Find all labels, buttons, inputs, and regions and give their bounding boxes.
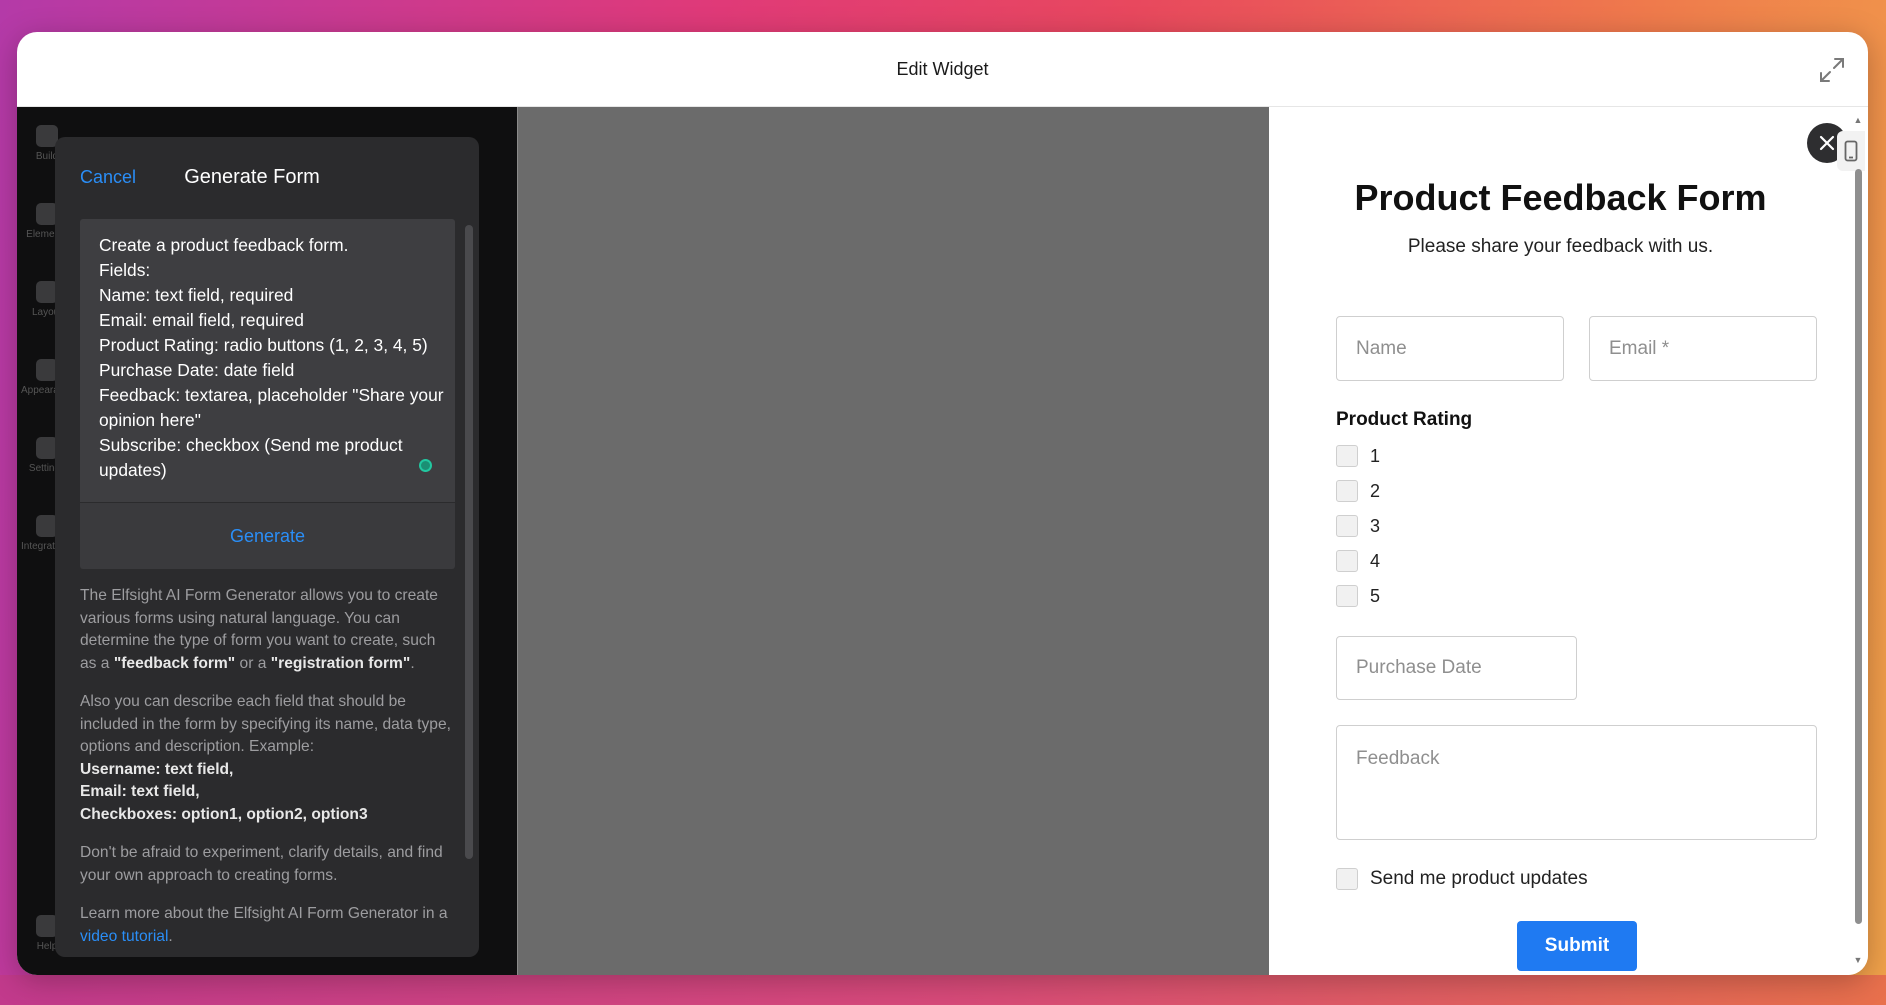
panel-title: Generate Form [184,166,320,188]
editor-sidebar-area: Build Elements Layout Appearance Setting… [17,107,517,975]
expand-icon[interactable] [1818,56,1846,84]
name-input[interactable] [1336,316,1564,381]
info-text: Also you can describe each field that sh… [80,693,451,755]
option-label: 3 [1370,515,1381,536]
prompt-textarea[interactable]: Create a product feedback form. Fields: … [99,233,444,493]
rating-option-1[interactable]: 1 [1336,444,1380,468]
option-label: 5 [1370,585,1381,606]
panel-scrollbar[interactable] [465,225,473,859]
prompt-box: Create a product feedback form. Fields: … [80,219,455,502]
form-preview: Product Feedback Form Please share your … [1269,107,1868,975]
feedback-textarea[interactable] [1336,725,1817,840]
preview-scrollbar[interactable] [1855,169,1862,924]
checkbox[interactable] [1336,550,1358,572]
info-example: Checkboxes: option1, option2, option3 [80,805,368,823]
generate-button[interactable]: Generate [80,503,455,569]
info-bold: "registration form" [270,654,411,672]
scroll-up-arrow[interactable]: ▲ [1853,115,1863,125]
info-paragraph-4: Learn more about the Elfsight AI Form Ge… [80,903,455,948]
form-subtitle: Please share your feedback with us. [1407,236,1714,257]
close-icon [1819,135,1835,151]
window-header: Edit Widget [17,32,1868,107]
option-label: 1 [1370,445,1381,466]
subscribe-checkbox[interactable]: Send me product updates [1336,867,1588,891]
info-paragraph-2: Also you can describe each field that sh… [80,691,455,826]
preview-backdrop [517,107,1269,975]
option-label: 4 [1370,550,1381,571]
rating-option-5[interactable]: 5 [1336,584,1380,608]
submit-button[interactable]: Submit [1517,921,1637,971]
option-label: 2 [1370,480,1381,501]
product-rating-label: Product Rating [1336,409,1473,430]
mobile-icon [1844,140,1858,162]
subscribe-label: Send me product updates [1370,868,1588,889]
info-text: or a [235,654,271,672]
email-input[interactable] [1589,316,1817,381]
checkbox[interactable] [1336,585,1358,607]
info-text: . [168,927,173,945]
generate-form-panel: Cancel Generate Form Create a product fe… [55,137,479,957]
rating-option-3[interactable]: 3 [1336,514,1380,538]
checkbox[interactable] [1336,868,1358,890]
panel-header: Cancel Generate Form [55,137,479,217]
checkbox[interactable] [1336,480,1358,502]
window-title: Edit Widget [896,58,989,79]
generator-info: The Elfsight AI Form Generator allows yo… [80,585,455,957]
form-title: Product Feedback Form [1354,177,1767,218]
info-bold: "feedback form" [113,654,236,672]
info-example: Username: text field, [80,760,234,778]
edit-widget-window: Edit Widget Build Elements Layout Appear… [17,32,1868,975]
rating-option-4[interactable]: 4 [1336,549,1380,573]
info-text: . [410,654,415,672]
background-strip [0,975,1886,1005]
checkbox[interactable] [1336,515,1358,537]
purchase-date-input[interactable] [1336,636,1577,700]
grammar-assistant-icon[interactable] [419,459,432,472]
info-text: Learn more about the Elfsight AI Form Ge… [80,905,448,922]
checkbox[interactable] [1336,445,1358,467]
scroll-down-arrow[interactable]: ▼ [1853,955,1863,965]
info-example: Email: text field, [80,783,200,800]
rating-option-2[interactable]: 2 [1336,479,1380,503]
video-tutorial-link[interactable]: video tutorial [80,928,168,945]
info-paragraph-3: Don't be afraid to experiment, clarify d… [80,844,443,884]
mobile-view-button[interactable] [1837,131,1865,171]
info-paragraph-1: The Elfsight AI Form Generator allows yo… [80,585,455,675]
